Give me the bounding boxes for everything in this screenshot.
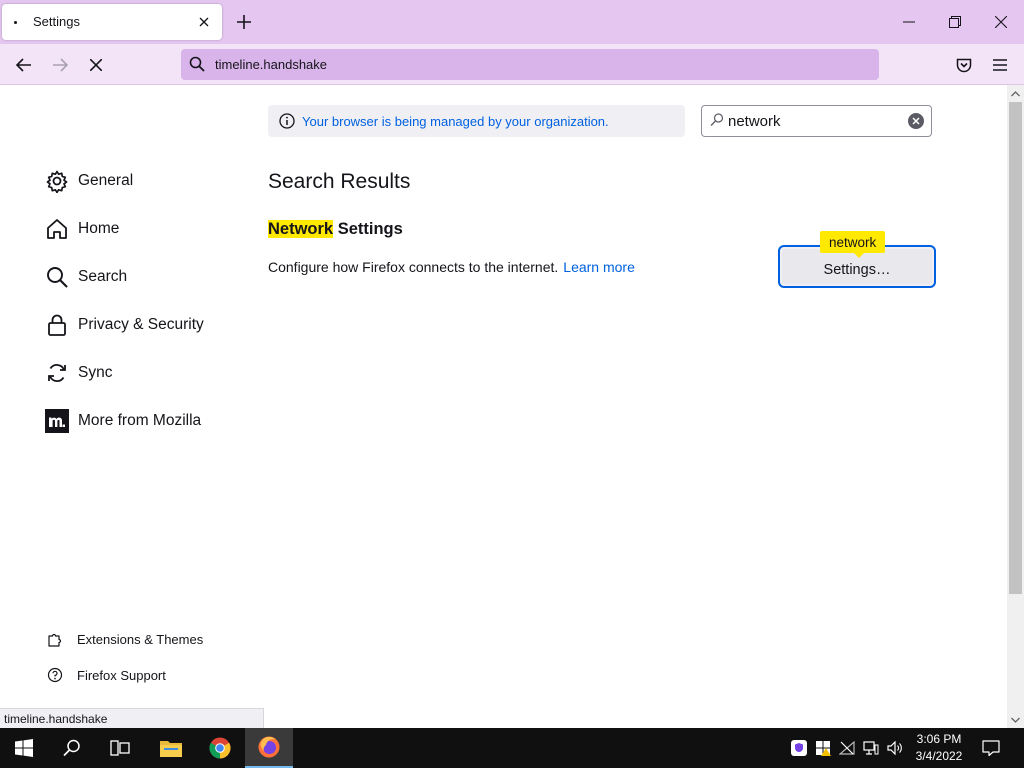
tray-volume-icon[interactable] [886,728,904,768]
lock-icon [44,312,70,338]
sidebar-item-label: More from Mozilla [78,412,202,429]
notifications-icon[interactable] [980,728,1002,768]
tray-security-warning-icon[interactable] [814,728,832,768]
search-icon [710,113,724,132]
sidebar-item-extensions-themes[interactable]: Extensions & Themes [46,628,203,650]
sync-icon [44,360,70,386]
minimize-button[interactable] [894,8,924,36]
close-window-button[interactable] [986,8,1016,36]
sidebar-item-more-from-mozilla[interactable]: More from Mozilla [44,406,201,436]
chrome-button[interactable] [196,728,244,768]
title-bar: Settings [0,0,1024,44]
tab-close-icon[interactable] [194,12,214,32]
sidebar-item-sync[interactable]: Sync [44,358,112,388]
learn-more-link[interactable]: Learn more [563,259,635,275]
sidebar-item-firefox-support[interactable]: Firefox Support [46,664,166,686]
search-icon [189,56,205,77]
mozilla-icon [44,408,70,434]
sidebar-item-label: Search [78,268,128,285]
clock-date: 3/4/2022 [915,749,963,763]
tray-network-icon[interactable] [862,728,880,768]
description-text: Configure how Firefox connects to the in… [268,259,559,275]
puzzle-icon [46,630,64,648]
sidebar-item-label: Sync [78,364,113,381]
tab-settings[interactable]: Settings [2,4,222,40]
clear-search-icon[interactable] [908,113,924,129]
clock-time: 3:06 PM [916,732,962,746]
back-button[interactable] [11,52,37,78]
settings-page: General Home Search Privacy & Security S… [0,85,1007,728]
settings-search-field[interactable] [701,105,932,137]
tab-loading-icon [14,21,17,24]
tray-network-disabled-icon[interactable] [838,728,856,768]
heading-rest: Settings [333,220,403,238]
sidebar-footer-label: Extensions & Themes [77,631,204,647]
tray-defender-icon[interactable] [790,728,808,768]
scroll-down-arrow[interactable] [1007,711,1024,728]
settings-search-input[interactable] [728,111,898,131]
policy-notice-link[interactable]: Your browser is being managed by your or… [302,114,609,129]
file-explorer-button[interactable] [147,728,195,768]
taskbar: 3:06 PM 3/4/2022 [0,728,1024,768]
sidebar-item-label: Home [78,220,120,237]
scrollbar[interactable] [1007,85,1024,728]
scroll-thumb[interactable] [1009,102,1022,594]
sidebar-item-privacy-security[interactable]: Privacy & Security [44,310,204,340]
sidebar-item-label: Privacy & Security [78,316,204,333]
network-settings-description: Configure how Firefox connects to the in… [268,259,635,275]
gear-icon [44,168,70,194]
status-bar: timeline.handshake [0,708,264,728]
new-tab-button[interactable] [232,10,256,34]
sidebar-item-home[interactable]: Home [44,214,119,244]
start-button[interactable] [0,728,48,768]
search-icon [44,264,70,290]
help-icon [46,666,64,684]
sidebar-item-label: General [78,172,134,189]
search-results-title: Search Results [268,170,411,193]
sidebar-footer-label: Firefox Support [77,667,166,683]
taskbar-clock[interactable]: 3:06 PM 3/4/2022 [906,731,972,765]
home-icon [44,216,70,242]
info-icon [278,112,296,130]
forward-button[interactable] [47,52,73,78]
pocket-button[interactable] [951,52,977,78]
url-text: timeline.handshake [215,57,328,72]
task-view-button[interactable] [96,728,144,768]
firefox-button[interactable] [245,728,293,768]
menu-button[interactable] [987,52,1013,78]
policy-notice[interactable]: Your browser is being managed by your or… [268,105,685,137]
sidebar-item-search[interactable]: Search [44,262,127,292]
search-match-tooltip: network [820,231,886,258]
url-bar[interactable]: timeline.handshake [181,49,879,80]
restore-button[interactable] [940,8,970,36]
stop-button[interactable] [83,52,109,78]
search-highlight: Network [268,220,334,238]
sidebar-item-general[interactable]: General [44,166,133,196]
scroll-up-arrow[interactable] [1007,85,1024,102]
taskbar-search-button[interactable] [48,728,96,768]
nav-bar: timeline.handshake [0,44,1024,85]
tab-title: Settings [33,14,80,29]
network-settings-heading: Network Settings [268,220,403,239]
